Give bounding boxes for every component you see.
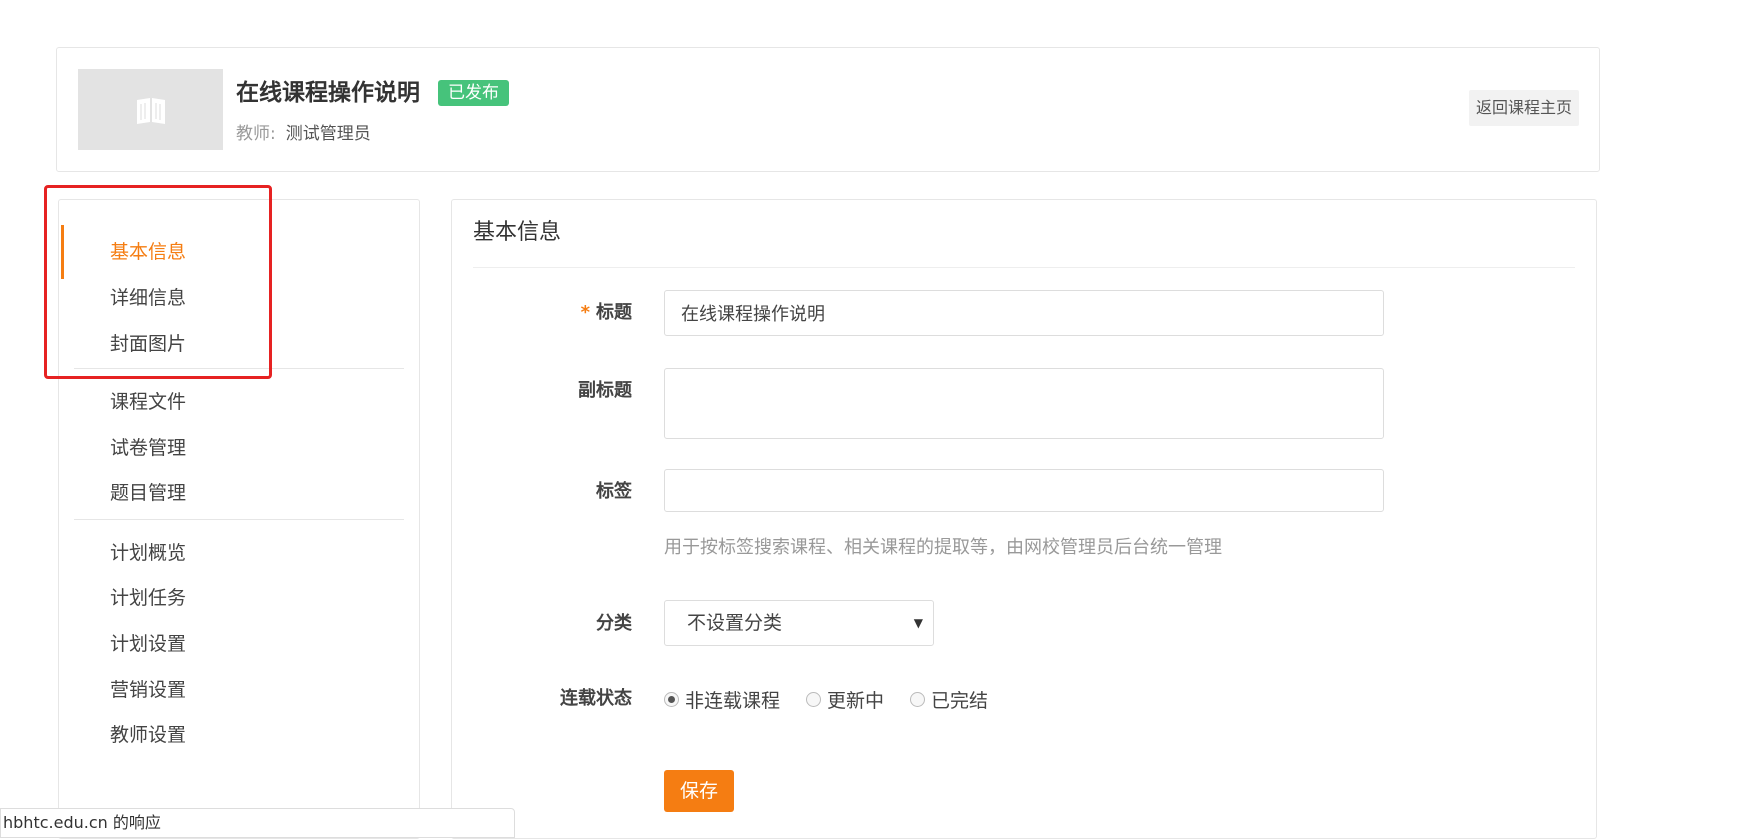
back-to-course-button[interactable]: 返回课程主页	[1468, 90, 1579, 126]
title-label: * 标题	[452, 301, 632, 325]
sidebar-item-teacher-settings[interactable]: 教师设置	[59, 715, 419, 755]
course-title: 在线课程操作说明	[236, 80, 420, 106]
radio-button-checked[interactable]	[664, 691, 679, 707]
course-header: 在线课程操作说明 已发布 教师: 测试管理员 返回课程主页	[56, 47, 1600, 172]
radio-non-serial[interactable]: 非连载课程	[664, 686, 780, 713]
title-input[interactable]	[664, 290, 1384, 336]
radio-button[interactable]	[806, 691, 822, 707]
title-label-text: 标题	[596, 302, 632, 323]
save-button[interactable]: 保存	[664, 770, 734, 812]
tags-hint: 用于按标签搜索课程、相关课程的提取等，由网校管理员后台统一管理	[664, 537, 1222, 558]
serial-status-label: 连载状态	[560, 688, 632, 709]
radio-button[interactable]	[910, 691, 926, 707]
radio-completed[interactable]: 已完结	[910, 686, 988, 713]
radio-updating[interactable]: 更新中	[806, 686, 884, 713]
teacher-info: 教师: 测试管理员	[236, 122, 371, 146]
sidebar-item-course-files[interactable]: 课程文件	[59, 382, 419, 422]
sidebar-item-plan-overview[interactable]: 计划概览	[59, 533, 419, 573]
sidebar-item-plan-tasks[interactable]: 计划任务	[59, 578, 419, 618]
radio-label: 非连载课程	[685, 689, 781, 712]
teacher-label: 教师:	[236, 124, 276, 144]
sidebar-item-plan-settings[interactable]: 计划设置	[59, 624, 419, 664]
sidebar-item-exam-management[interactable]: 试卷管理	[59, 428, 419, 468]
category-select[interactable]: 不设置分类 ▼	[664, 600, 934, 646]
annotation-highlight-box	[44, 185, 272, 379]
status-badge: 已发布	[438, 80, 509, 106]
subtitle-label: 副标题	[578, 380, 632, 401]
course-cover	[78, 69, 223, 150]
subtitle-textarea[interactable]	[664, 368, 1384, 439]
nav-divider	[74, 519, 404, 520]
section-divider	[473, 267, 1575, 268]
radio-label: 已完结	[931, 689, 989, 712]
tags-label: 标签	[596, 481, 632, 502]
teacher-name: 测试管理员	[285, 124, 371, 144]
section-title: 基本信息	[473, 220, 562, 245]
category-selected-value: 不设置分类	[687, 612, 783, 634]
book-icon	[136, 97, 165, 124]
dropdown-arrow-icon: ▼	[913, 616, 923, 630]
browser-status-bar: hbhtc.edu.cn 的响应	[0, 808, 515, 838]
basic-info-panel: 基本信息 * 标题 副标题 标签 用于按标签搜索课程、相关课程的提取等，由网校管理…	[451, 199, 1597, 839]
sidebar-item-marketing-settings[interactable]: 营销设置	[59, 670, 419, 710]
tags-input[interactable]	[664, 469, 1384, 512]
serial-status-radio-group: 非连载课程 更新中 已完结	[664, 686, 1014, 712]
required-mark: *	[580, 302, 590, 323]
radio-label: 更新中	[827, 689, 885, 712]
sidebar-item-question-management[interactable]: 题目管理	[59, 473, 419, 513]
category-label: 分类	[596, 613, 632, 634]
